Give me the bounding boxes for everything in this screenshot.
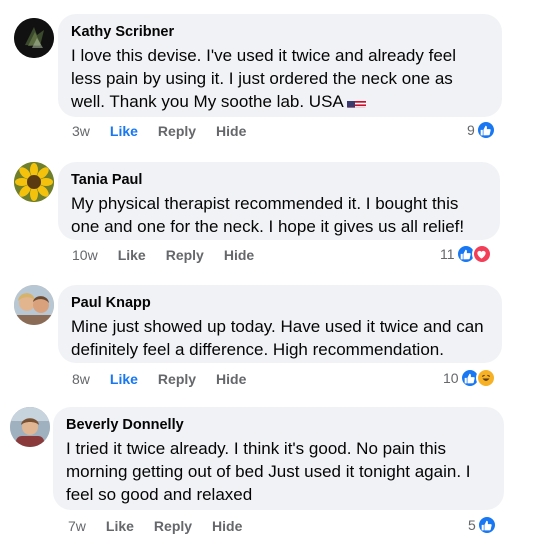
like-reaction-icon bbox=[475, 120, 496, 140]
comment-actions: 7w Like Reply Hide bbox=[68, 518, 262, 534]
like-button[interactable]: Like bbox=[110, 123, 138, 139]
hide-button[interactable]: Hide bbox=[216, 371, 246, 387]
reaction-summary[interactable]: 10 bbox=[443, 368, 496, 388]
avatar[interactable] bbox=[14, 162, 54, 202]
reply-button[interactable]: Reply bbox=[154, 518, 192, 534]
comment-timestamp[interactable]: 8w bbox=[72, 371, 90, 387]
avatar[interactable] bbox=[10, 407, 50, 447]
comment-actions: 10w Like Reply Hide bbox=[72, 247, 274, 263]
reaction-summary[interactable]: 9 bbox=[467, 120, 496, 140]
comment-actions: 3w Like Reply Hide bbox=[72, 123, 266, 139]
comment-bubble: Tania Paul My physical therapist recomme… bbox=[58, 162, 500, 240]
comment-actions: 8w Like Reply Hide bbox=[72, 371, 266, 387]
reaction-count: 11 bbox=[440, 246, 455, 262]
comment-author[interactable]: Beverly Donnelly bbox=[66, 416, 491, 434]
hide-button[interactable]: Hide bbox=[212, 518, 242, 534]
comment-timestamp[interactable]: 7w bbox=[68, 518, 86, 534]
love-reaction-icon bbox=[471, 244, 492, 264]
comment-text-body: I love this devise. I've used it twice a… bbox=[71, 46, 457, 111]
haha-reaction-icon bbox=[475, 368, 496, 388]
couple-avatar-icon bbox=[14, 285, 54, 325]
sunflower-avatar-icon bbox=[14, 162, 54, 202]
like-button[interactable]: Like bbox=[106, 518, 134, 534]
comment-author[interactable]: Kathy Scribner bbox=[71, 23, 489, 41]
reply-button[interactable]: Reply bbox=[166, 247, 204, 263]
comment-author[interactable]: Tania Paul bbox=[71, 171, 487, 189]
comment-text: My physical therapist recommended it. I … bbox=[71, 194, 465, 236]
reaction-count: 9 bbox=[467, 122, 475, 138]
comment-text: Mine just showed up today. Have used it … bbox=[71, 317, 484, 359]
comment-author[interactable]: Paul Knapp bbox=[71, 294, 489, 312]
like-button[interactable]: Like bbox=[118, 247, 146, 263]
hide-button[interactable]: Hide bbox=[224, 247, 254, 263]
comment-text: I love this devise. I've used it twice a… bbox=[71, 44, 489, 113]
reaction-count: 5 bbox=[468, 517, 476, 533]
hide-button[interactable]: Hide bbox=[216, 123, 246, 139]
like-button[interactable]: Like bbox=[110, 371, 138, 387]
comment-bubble: Beverly Donnelly I tried it twice alread… bbox=[53, 407, 504, 510]
reaction-summary[interactable]: 5 bbox=[468, 515, 497, 535]
comment-timestamp[interactable]: 3w bbox=[72, 123, 90, 139]
comment-text: I tried it twice already. I think it's g… bbox=[66, 439, 471, 504]
like-reaction-icon bbox=[476, 515, 497, 535]
avatar[interactable] bbox=[14, 18, 54, 58]
reaction-summary[interactable]: 11 bbox=[440, 244, 492, 264]
comment-timestamp[interactable]: 10w bbox=[72, 247, 98, 263]
us-flag-icon bbox=[346, 96, 366, 108]
reply-button[interactable]: Reply bbox=[158, 371, 196, 387]
reaction-count: 10 bbox=[443, 370, 459, 386]
avatar[interactable] bbox=[14, 285, 54, 325]
avatar-image-icon bbox=[14, 18, 54, 58]
reply-button[interactable]: Reply bbox=[158, 123, 196, 139]
comment-bubble: Kathy Scribner I love this devise. I've … bbox=[58, 14, 502, 117]
comment-bubble: Paul Knapp Mine just showed up today. Ha… bbox=[58, 285, 502, 363]
person-avatar-icon bbox=[10, 407, 50, 447]
